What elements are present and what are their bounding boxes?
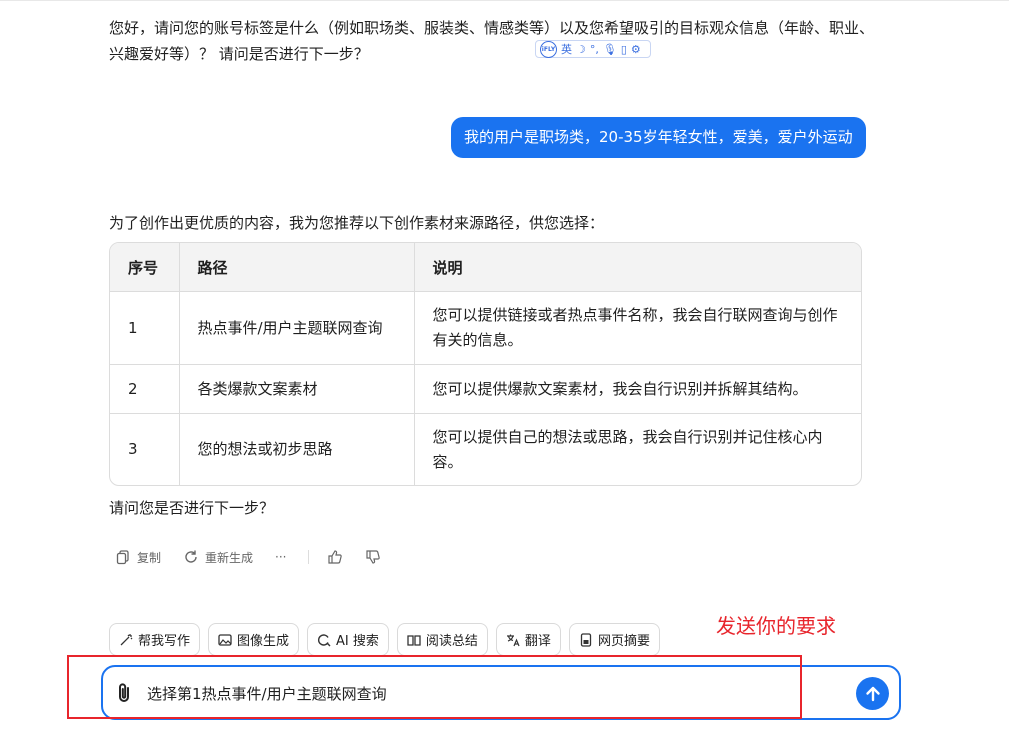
copy-button[interactable]: 复制 xyxy=(115,549,161,566)
keyboard-icon[interactable]: ▯ xyxy=(621,43,627,56)
tool-label: AI 搜索 xyxy=(336,634,379,649)
header-path: 路径 xyxy=(179,243,415,292)
document-icon xyxy=(580,632,592,647)
like-button[interactable] xyxy=(327,549,343,565)
translate-button[interactable]: 翻译 xyxy=(495,623,561,656)
more-icon: ··· xyxy=(275,550,287,564)
image-generate-button[interactable]: 图像生成 xyxy=(208,623,300,656)
ai-search-button[interactable]: AI 搜索 xyxy=(307,623,389,656)
thumbs-down-icon xyxy=(366,550,381,564)
send-button[interactable] xyxy=(856,677,889,710)
search-icon xyxy=(318,633,331,646)
actions-divider xyxy=(308,550,310,564)
tool-label: 图像生成 xyxy=(237,634,290,649)
page-summary-button[interactable]: 网页摘要 xyxy=(568,623,660,656)
cell-description: 您可以提供自己的想法或思路，我会自行识别并记住核心内容。 xyxy=(432,427,823,471)
table-row: 2 各类爆款文案素材 您可以提供爆款文案素材，我会自行识别并拆解其结构。 xyxy=(110,364,861,414)
copy-label: 复制 xyxy=(137,550,162,565)
user-message-bubble: 我的用户是职场类，20-35岁年轻女性，爱美，爱户外运动 xyxy=(451,117,866,158)
assistant-next-step-question: 请问您是否进行下一步？ xyxy=(109,499,275,517)
book-icon xyxy=(407,634,421,646)
write-assist-button[interactable]: 帮我写作 xyxy=(109,623,201,656)
ime-language-toggle[interactable]: 英 xyxy=(561,41,572,57)
more-button[interactable]: ··· xyxy=(275,550,286,564)
microphone-icon[interactable]: 🎙︎ xyxy=(603,43,617,56)
read-summary-button[interactable]: 阅读总结 xyxy=(396,623,488,656)
arrow-up-icon xyxy=(865,686,880,701)
refresh-icon xyxy=(185,550,197,563)
tool-label: 帮我写作 xyxy=(138,634,191,649)
thumbs-up-icon xyxy=(328,550,343,564)
copy-icon xyxy=(116,550,129,565)
tool-label: 翻译 xyxy=(524,634,551,649)
cell-index: 3 xyxy=(110,413,180,485)
dislike-button[interactable] xyxy=(365,549,381,565)
annotation-highlight-box xyxy=(67,655,802,719)
cell-index: 2 xyxy=(110,364,180,414)
cell-description: 您可以提供链接或者热点事件名称，我会自行联网查询与创作有关的信息。 xyxy=(414,291,861,365)
cell-path: 您的想法或初步思路 xyxy=(179,413,415,485)
source-path-table: 序号 路径 说明 1 热点事件/用户主题联网查询 您可以提供链接或者热点事件名称… xyxy=(109,242,862,486)
cell-description: 您可以提供爆款文案素材，我会自行识别并拆解其结构。 xyxy=(414,364,861,414)
message-actions: 复制 重新生成 ··· xyxy=(115,547,403,567)
top-divider xyxy=(0,0,1009,1)
gear-icon[interactable]: ⚙ xyxy=(631,43,641,56)
image-icon xyxy=(218,633,232,646)
assistant-intro-message: 您好，请问您的账号标签是什么（例如职场类、服装类、情感类等）以及您希望吸引的目标… xyxy=(109,19,875,63)
cell-index: 1 xyxy=(110,291,180,365)
tool-label: 网页摘要 xyxy=(597,634,650,649)
table-row: 3 您的想法或初步思路 您可以提供自己的想法或思路，我会自行识别并记住核心内容。 xyxy=(110,413,861,485)
regenerate-label: 重新生成 xyxy=(205,550,254,565)
table-row: 1 热点事件/用户主题联网查询 您可以提供链接或者热点事件名称，我会自行联网查询… xyxy=(110,291,861,365)
annotation-label: 发送你的要求 xyxy=(716,614,836,638)
assistant-reply-intro: 为了创作出更优质的内容，我为您推荐以下创作素材来源路径，供您选择： xyxy=(109,214,605,232)
ime-toolbar[interactable]: iFLY 英 ☽ °, 🎙︎ ▯ ⚙ xyxy=(535,40,651,58)
translate-icon xyxy=(506,634,520,646)
regenerate-button[interactable]: 重新生成 xyxy=(183,549,253,566)
wand-icon xyxy=(120,633,133,645)
cell-path: 各类爆款文案素材 xyxy=(179,364,415,414)
tool-label: 阅读总结 xyxy=(425,634,478,649)
header-index: 序号 xyxy=(110,243,180,292)
table-header-row: 序号 路径 说明 xyxy=(110,243,861,292)
cell-path: 热点事件/用户主题联网查询 xyxy=(179,291,415,365)
quick-tools-bar: 帮我写作 图像生成 AI 搜索 阅读总结 翻译 网页摘要 xyxy=(109,623,660,656)
ifly-logo-icon: iFLY xyxy=(540,40,557,58)
header-description: 说明 xyxy=(414,243,861,292)
moon-icon[interactable]: ☽ xyxy=(576,43,586,56)
punctuation-icon[interactable]: °, xyxy=(590,43,599,56)
